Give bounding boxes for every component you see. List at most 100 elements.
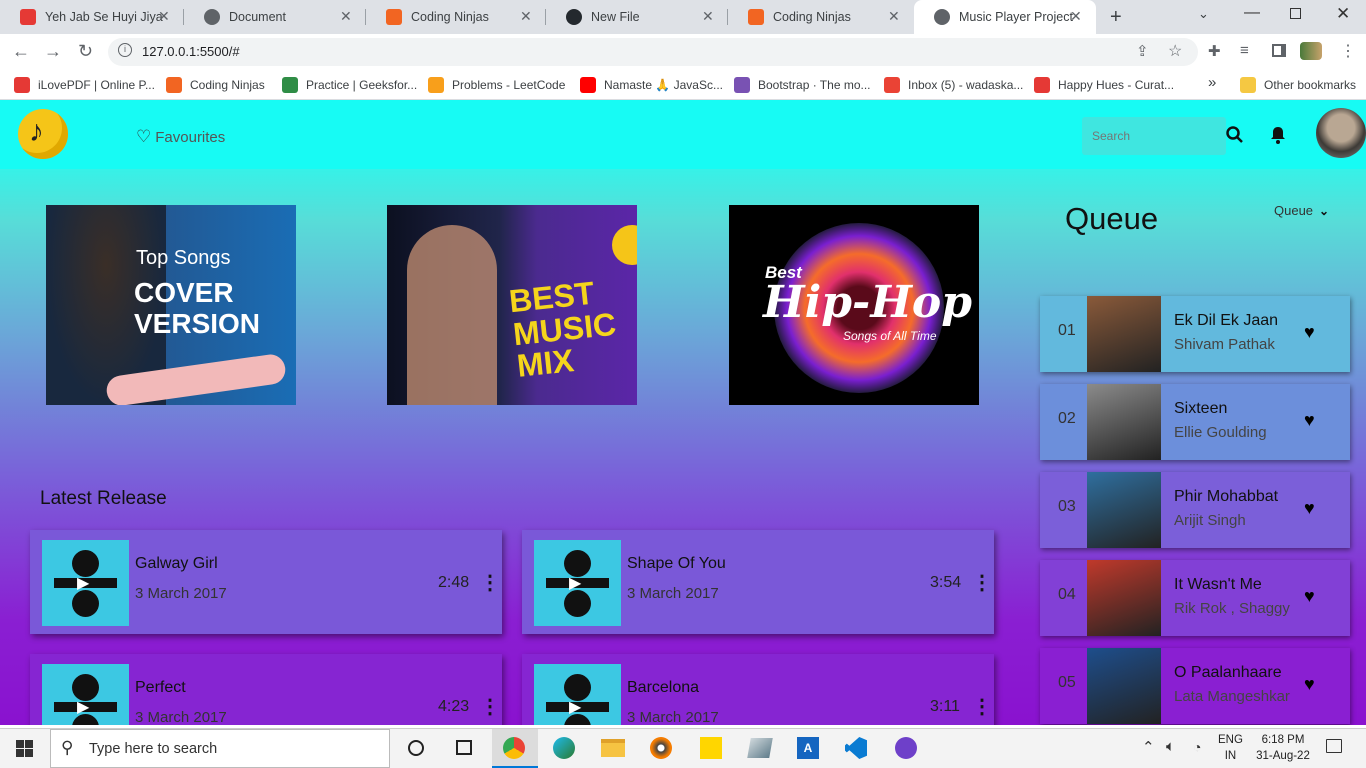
clock[interactable]: 6:18 PM 31-Aug-22 xyxy=(1255,732,1311,764)
azure-data-studio-icon[interactable]: A xyxy=(797,737,819,759)
more-options-icon[interactable]: ⋮ xyxy=(480,694,500,719)
heart-icon[interactable]: ♥ xyxy=(1304,322,1315,343)
close-window-button[interactable]: ✕ xyxy=(1336,4,1350,24)
latest-release-card[interactable]: ▶ Perfect 3 March 2017 4:23 ⋮ xyxy=(30,654,502,725)
bookmark-item[interactable]: Happy Hues - Curat... xyxy=(1034,77,1174,93)
notification-icon[interactable] xyxy=(1326,739,1342,753)
close-tab-icon[interactable]: ✕ xyxy=(702,8,714,25)
heart-icon[interactable]: ♥ xyxy=(1304,586,1315,607)
more-options-icon[interactable]: ⋮ xyxy=(972,694,992,719)
latest-release-card[interactable]: ▶ Galway Girl 3 March 2017 2:48 ⋮ xyxy=(30,530,502,634)
heart-icon[interactable]: ♥ xyxy=(1304,410,1315,431)
app-logo-icon[interactable]: ♪ xyxy=(18,109,68,159)
minimize-button[interactable]: — xyxy=(1244,4,1260,22)
sticky-notes-icon[interactable] xyxy=(700,737,722,759)
bookmark-favicon-icon xyxy=(1034,77,1050,93)
reload-icon[interactable]: ↻ xyxy=(78,41,93,62)
cortana-icon[interactable] xyxy=(408,740,424,756)
bookmark-item[interactable]: iLovePDF | Online P... xyxy=(14,77,155,93)
taskbar-search-placeholder: Type here to search xyxy=(89,741,218,757)
heart-icon[interactable]: ♥ xyxy=(1304,498,1315,519)
language-indicator[interactable]: ENG IN xyxy=(1218,732,1243,764)
play-icon[interactable]: ▶ xyxy=(569,697,581,717)
media-icon[interactable]: ≡ xyxy=(1240,42,1249,59)
play-icon[interactable]: ▶ xyxy=(77,697,89,717)
folder-icon xyxy=(1240,77,1256,93)
bookmark-item[interactable]: Inbox (5) - wadaska... xyxy=(884,77,1023,93)
play-icon[interactable]: ▶ xyxy=(569,573,581,593)
queue-item-title: It Wasn't Me xyxy=(1174,576,1262,593)
queue-item-artist: Rik Rok , Shaggy xyxy=(1174,600,1290,617)
tab-title: Document xyxy=(229,10,286,24)
bookmark-item[interactable]: Problems - LeetCode xyxy=(428,77,565,93)
queue-item[interactable]: 05 O Paalanhaare Lata Mangeshkar ♥ xyxy=(1040,648,1350,724)
browser-tab[interactable]: Coding Ninjas ✕ xyxy=(728,0,914,34)
close-tab-icon[interactable]: ✕ xyxy=(888,8,900,25)
close-tab-icon[interactable]: ✕ xyxy=(520,8,532,25)
task-view-icon[interactable] xyxy=(456,740,472,755)
latest-release-card[interactable]: ▶ Shape Of You 3 March 2017 3:54 ⋮ xyxy=(522,530,994,634)
browser-tab[interactable]: Document ✕ xyxy=(184,0,366,34)
github-desktop-icon[interactable] xyxy=(895,737,917,759)
site-info-icon[interactable]: i xyxy=(118,43,132,57)
new-tab-button[interactable]: + xyxy=(1110,6,1122,29)
play-icon[interactable]: ▶ xyxy=(77,573,89,593)
remote-desktop-icon[interactable] xyxy=(747,738,773,758)
forward-icon[interactable]: → xyxy=(44,41,62,62)
side-panel-icon[interactable] xyxy=(1272,44,1286,57)
banner-top-songs[interactable]: Top Songs COVER VERSION xyxy=(46,205,296,405)
more-options-icon[interactable]: ⋮ xyxy=(972,570,992,595)
bell-icon[interactable] xyxy=(1270,126,1286,149)
bookmark-item[interactable]: Namaste 🙏 JavaSc... xyxy=(580,77,723,93)
heart-icon[interactable]: ♥ xyxy=(1304,674,1315,695)
more-bookmarks-button[interactable]: » xyxy=(1208,74,1216,91)
share-icon[interactable]: ⇪ xyxy=(1136,42,1149,60)
url-text[interactable]: 127.0.0.1:5500/# xyxy=(142,44,240,59)
search-input[interactable] xyxy=(1082,117,1226,155)
volume-icon[interactable]: 🔈︎ xyxy=(1166,738,1175,755)
bookmark-item[interactable]: Coding Ninjas xyxy=(166,77,265,93)
chrome-menu-icon[interactable]: ⋮ xyxy=(1340,41,1356,61)
browser-tab[interactable]: Yeh Jab Se Huyi Jiya K ✕ xyxy=(0,0,184,34)
favourites-link[interactable]: ♡ Favourites xyxy=(136,127,225,147)
bookmark-star-icon[interactable]: ☆ xyxy=(1168,41,1182,61)
song-title: Shape Of You xyxy=(627,555,726,572)
browser-tab[interactable]: New File ✕ xyxy=(546,0,728,34)
browser-tab[interactable]: Music Player Project ✕ xyxy=(914,0,1096,34)
wifi-icon[interactable]: ◔ xyxy=(1193,739,1201,755)
close-tab-icon[interactable]: ✕ xyxy=(1070,8,1082,25)
close-tab-icon[interactable]: ✕ xyxy=(340,8,352,25)
restore-button[interactable] xyxy=(1290,8,1301,19)
back-icon[interactable]: ← xyxy=(12,41,30,62)
other-bookmarks-folder[interactable]: Other bookmarks xyxy=(1240,77,1356,93)
file-explorer-icon[interactable] xyxy=(601,739,625,757)
browser-tab[interactable]: Coding Ninjas ✕ xyxy=(366,0,546,34)
close-tab-icon[interactable]: ✕ xyxy=(158,8,170,25)
show-hidden-icons[interactable]: ⌃ xyxy=(1142,738,1155,756)
chrome-icon xyxy=(503,737,525,759)
address-bar[interactable] xyxy=(108,38,1198,66)
search-icon[interactable] xyxy=(1226,126,1244,149)
queue-item[interactable]: 01 Ek Dil Ek Jaan Shivam Pathak ♥ xyxy=(1040,296,1350,372)
queue-item[interactable]: 03 Phir Mohabbat Arijit Singh ♥ xyxy=(1040,472,1350,548)
more-options-icon[interactable]: ⋮ xyxy=(480,570,500,595)
latest-release-card[interactable]: ▶ Barcelona 3 March 2017 3:11 ⋮ xyxy=(522,654,994,725)
extensions-icon[interactable]: ✚ xyxy=(1208,42,1221,60)
taskbar-search-box[interactable]: ⚲ Type here to search xyxy=(50,729,390,768)
tab-title: Coding Ninjas xyxy=(773,10,851,24)
banner-best-music-mix[interactable]: BEST MUSIC MIX xyxy=(387,205,637,405)
tab-search-icon[interactable]: ⌄ xyxy=(1198,6,1209,22)
bookmark-item[interactable]: Practice | Geeksfor... xyxy=(282,77,417,93)
queue-item[interactable]: 02 Sixteen Ellie Goulding ♥ xyxy=(1040,384,1350,460)
profile-avatar-icon[interactable] xyxy=(1300,42,1322,60)
queue-dropdown[interactable]: Queue ⌄ xyxy=(1274,203,1329,218)
windows-start-icon[interactable] xyxy=(16,740,33,757)
song-duration: 3:54 xyxy=(930,574,962,591)
banner-hip-hop-line2: Hip-Hop xyxy=(763,277,972,328)
user-avatar[interactable] xyxy=(1316,108,1366,158)
bookmark-item[interactable]: Bootstrap · The mo... xyxy=(734,77,871,93)
queue-item[interactable]: 04 It Wasn't Me Rik Rok , Shaggy ♥ xyxy=(1040,560,1350,636)
banner-hip-hop[interactable]: Best Hip-Hop Songs of All Time xyxy=(729,205,979,405)
media-player-icon[interactable] xyxy=(650,737,672,759)
edge-icon[interactable] xyxy=(553,737,575,759)
